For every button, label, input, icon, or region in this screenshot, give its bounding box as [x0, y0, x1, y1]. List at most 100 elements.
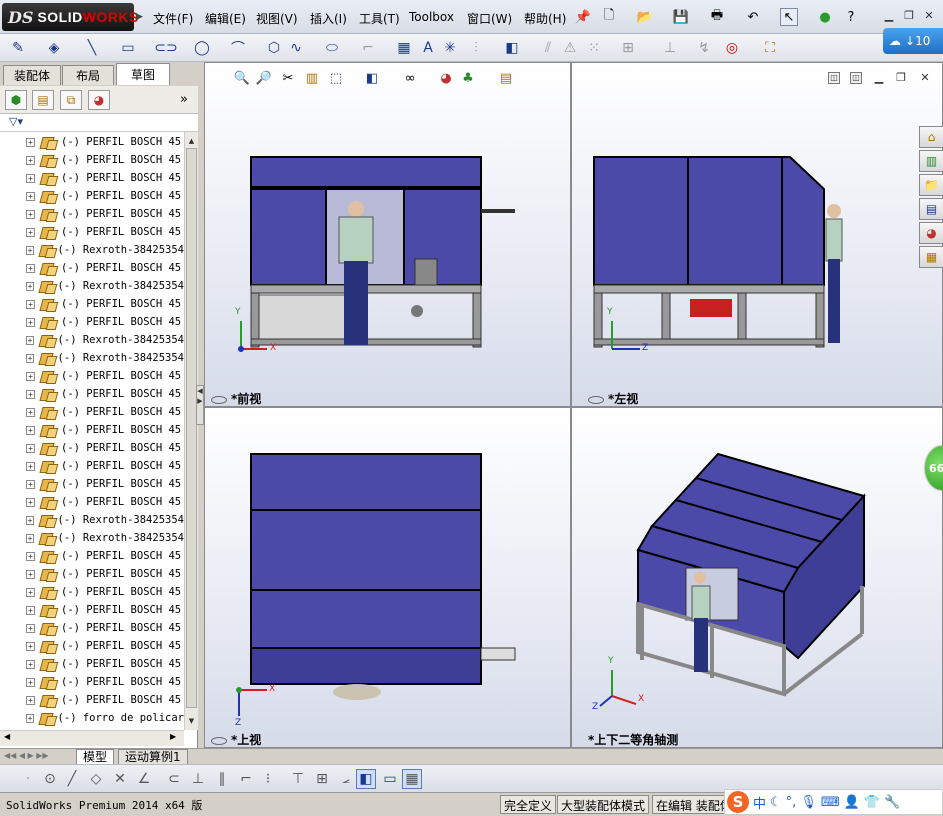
expand-icon[interactable]: + — [26, 587, 35, 597]
ime-language[interactable]: 中 — [753, 793, 766, 812]
expand-icon[interactable]: + — [26, 443, 35, 453]
perpendicular-tool-icon[interactable]: ⊥ — [188, 769, 208, 789]
menu-window[interactable]: 窗口(W) — [467, 10, 512, 27]
horizontal-tool-icon[interactable]: ⊤ — [288, 769, 308, 789]
expand-icon[interactable]: + — [26, 479, 35, 489]
section-tool-icon[interactable]: ▭ — [380, 769, 400, 789]
tree-item[interactable]: + (-) PERFIL BOSCH 45 — [0, 169, 184, 187]
tangent-tool-icon[interactable]: ⊂ — [164, 769, 184, 789]
tree-item[interactable]: + (-) PERFIL BOSCH 45 — [0, 655, 184, 673]
tree-item[interactable]: + (-) PERFIL BOSCH 45 — [0, 583, 184, 601]
point-small-icon[interactable]: · — [18, 769, 38, 789]
custom-properties-icon[interactable]: ▦ — [919, 246, 943, 268]
tree-item[interactable]: + (-) PERFIL BOSCH 45 — [0, 223, 184, 241]
tree-item[interactable]: + (-) Rexroth-38425354 — [0, 349, 184, 367]
tree-item[interactable]: + (-) Rexroth-38425354 — [0, 331, 184, 349]
mirror-icon[interactable]: ⚠ — [560, 38, 580, 58]
undo-icon[interactable]: ↶ — [744, 8, 762, 26]
table-tool-icon[interactable]: ▦ — [402, 769, 422, 789]
restore-button[interactable]: ❐ — [902, 10, 916, 22]
point-icon[interactable]: ✳ — [440, 38, 460, 58]
convert-entities-icon[interactable]: ◧ — [502, 38, 522, 58]
viewport-top[interactable]: X Z *上视 — [204, 407, 571, 748]
tree-horizontal-scrollbar[interactable]: ◀ ▶ — [0, 730, 184, 746]
text-icon[interactable]: A — [418, 38, 438, 58]
view-orientation-icon[interactable]: ⬚ — [326, 68, 346, 88]
tab-model[interactable]: 模型 — [76, 749, 115, 765]
tree-item[interactable]: + (-) PERFIL BOSCH 45 — [0, 187, 184, 205]
scroll-right-icon[interactable]: ▶ — [170, 732, 176, 741]
tree-item[interactable]: + (-) PERFIL BOSCH 45 — [0, 367, 184, 385]
shaded-view-icon[interactable]: ◧ — [356, 769, 376, 789]
expand-icon[interactable]: + — [26, 695, 35, 705]
scroll-up-icon[interactable]: ▲ — [186, 134, 197, 148]
open-folder-icon[interactable]: 📂 — [636, 8, 654, 26]
property-manager-icon[interactable]: ▤ — [32, 90, 54, 110]
menu-edit[interactable]: 编辑(E) — [205, 10, 246, 27]
expand-icon[interactable]: + — [26, 263, 35, 273]
expand-icon[interactable]: + — [26, 371, 35, 381]
cloud-download-button[interactable]: ☁ ↓ 10 — [883, 28, 943, 54]
tab-scroll-icons[interactable]: ◀◀ ◀ ▶ ▶▶ — [4, 751, 49, 760]
microphone-icon[interactable]: 🎙 — [800, 795, 817, 810]
print-icon[interactable]: 🖶 — [708, 8, 726, 26]
expand-icon[interactable]: + — [26, 299, 35, 309]
diamond-tool-icon[interactable]: ◇ — [86, 769, 106, 789]
expand-icon[interactable]: + — [26, 245, 35, 255]
tree-item[interactable]: + (-) PERFIL BOSCH 45 — [0, 619, 184, 637]
move-entities-icon[interactable]: ⊞ — [618, 38, 638, 58]
tree-item[interactable]: + (-) PERFIL BOSCH 45 — [0, 475, 184, 493]
menu-help[interactable]: 帮助(H) — [524, 10, 566, 27]
expand-icon[interactable]: + — [26, 605, 35, 615]
tree-item[interactable]: + (-) PERFIL BOSCH 45 — [0, 673, 184, 691]
menu-file[interactable]: 文件(F) — [153, 10, 193, 27]
menu-tools[interactable]: 工具(T) — [359, 10, 400, 27]
expand-icon[interactable]: + — [26, 173, 35, 183]
rebuild-traffic-light-icon[interactable]: ● — [816, 8, 834, 26]
viewport-isometric[interactable]: Y X Z *上下二等角轴测 — [571, 407, 943, 748]
select-cursor-icon[interactable]: ↖ — [780, 8, 798, 26]
circle-tool-icon[interactable]: ⊙ — [40, 769, 60, 789]
expand-icon[interactable]: + — [26, 551, 35, 561]
corner-tool-icon[interactable]: ⌐ — [236, 769, 256, 789]
expand-icon[interactable]: + — [26, 569, 35, 579]
expand-icon[interactable]: + — [26, 209, 35, 219]
view-settings-icon[interactable]: ▤ — [496, 68, 516, 88]
minimize-button[interactable]: ▁ — [882, 10, 896, 22]
angle-measure-icon[interactable]: ⦟ — [336, 769, 356, 789]
expand-icon[interactable]: + — [26, 407, 35, 417]
scroll-down-icon[interactable]: ▼ — [186, 714, 197, 728]
tree-item[interactable]: + (-) PERFIL BOSCH 45 — [0, 259, 184, 277]
angle-tool-icon[interactable]: ∠ — [134, 769, 154, 789]
viewport-link-icon[interactable]: ◫ — [828, 72, 840, 84]
fillet-icon[interactable]: ⌐ — [358, 38, 378, 58]
tree-item[interactable]: + (-) PERFIL BOSCH 45 — [0, 295, 184, 313]
viewport-split-icon[interactable]: ◫ — [850, 72, 862, 84]
punctuation-icon[interactable]: °, — [786, 795, 797, 810]
tree-item[interactable]: + (-) forro de policar — [0, 709, 184, 727]
expand-icon[interactable]: + — [26, 515, 35, 525]
expand-icon[interactable]: + — [26, 317, 35, 327]
wrench-icon[interactable]: 🔧 — [884, 795, 900, 810]
tab-layout[interactable]: 布局 — [62, 65, 114, 85]
expand-icon[interactable]: + — [26, 425, 35, 435]
tree-item[interactable]: + (-) PERFIL BOSCH 45 — [0, 439, 184, 457]
display-manager-icon[interactable]: ◕ — [88, 90, 110, 110]
sogou-logo[interactable]: S — [727, 791, 749, 813]
view-palette-icon[interactable]: ▤ — [919, 198, 943, 220]
save-icon[interactable]: 💾 — [672, 8, 690, 26]
plane-icon[interactable]: ▦ — [394, 38, 414, 58]
apply-scene-icon[interactable]: ♣ — [458, 68, 478, 88]
viewport-front[interactable]: Y X *前视 — [204, 62, 571, 407]
expand-icon[interactable]: + — [26, 659, 35, 669]
shirt-icon[interactable]: 👕 — [864, 795, 880, 810]
new-document-icon[interactable]: 🗋 — [600, 8, 618, 26]
viewport-left[interactable]: Y Z *左视 — [571, 62, 943, 407]
tree-vertical-scrollbar[interactable]: ▲ ▼ — [184, 132, 198, 730]
sketch-icon[interactable]: ✎ — [8, 38, 28, 58]
expand-icon[interactable]: + — [26, 281, 35, 291]
tree-item[interactable]: + (-) PERFIL BOSCH 45 — [0, 457, 184, 475]
expand-icon[interactable]: + — [26, 389, 35, 399]
smart-dimension-icon[interactable]: ◈ — [44, 38, 64, 58]
scroll-left-icon[interactable]: ◀ — [4, 732, 10, 741]
